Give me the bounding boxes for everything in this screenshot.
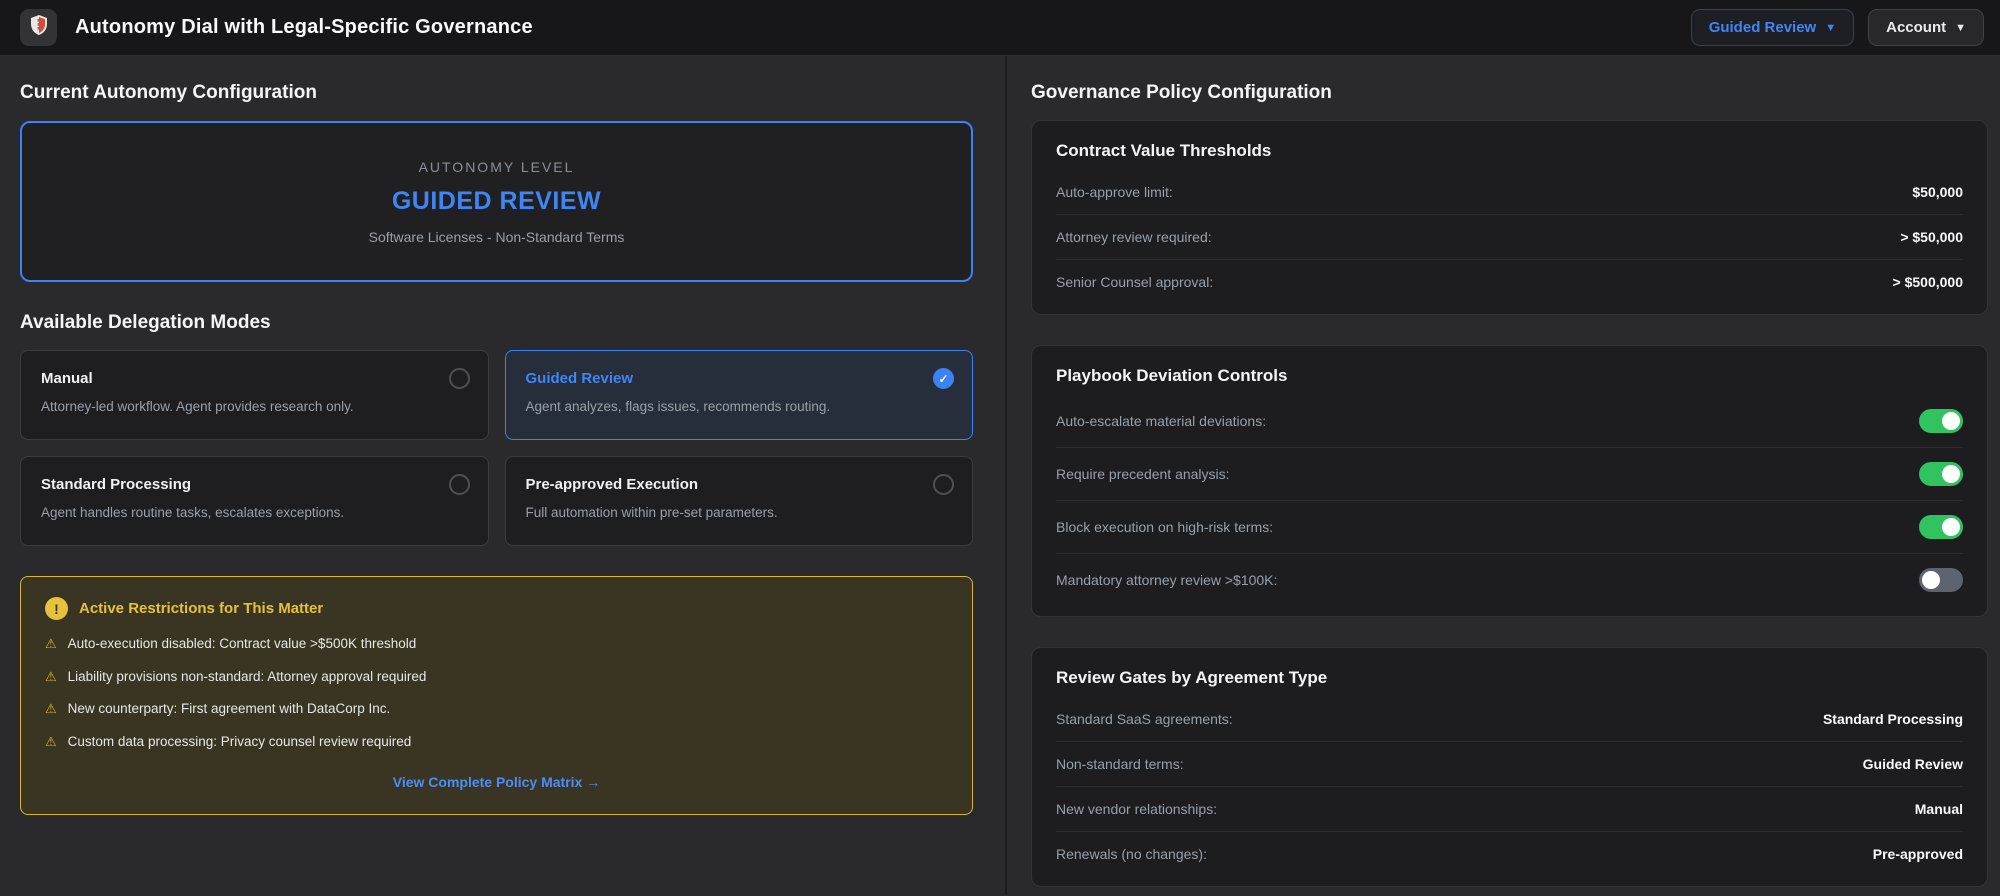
active-restrictions-box: ! Active Restrictions for This Matter ⚠ … [20, 576, 973, 816]
toggle-row: Auto-escalate material deviations: [1056, 395, 1963, 447]
toggle-auto-escalate[interactable] [1919, 409, 1963, 433]
card-title: Contract Value Thresholds [1056, 141, 1272, 160]
warning-triangle-icon: ⚠ [45, 701, 57, 717]
radio-icon: ✓ [933, 368, 954, 389]
card-title: Playbook Deviation Controls [1056, 366, 1288, 385]
check-icon: ✓ [938, 371, 949, 386]
row-label: Standard SaaS agreements: [1056, 711, 1233, 727]
restrictions-title: Active Restrictions for This Matter [79, 600, 324, 617]
toggle-knob [1922, 571, 1940, 589]
toggle-knob [1942, 465, 1960, 483]
row-value: > $500,000 [1892, 274, 1963, 290]
restriction-item: ⚠ New counterparty: First agreement with… [45, 701, 948, 717]
mode-card-guided-review[interactable]: Guided Review ✓ Agent analyzes, flags is… [504, 350, 973, 440]
row-label: New vendor relationships: [1056, 801, 1218, 817]
app-header: Autonomy Dial with Legal-Specific Govern… [0, 0, 2000, 56]
card-title: Review Gates by Agreement Type [1056, 668, 1328, 687]
row-label: Auto-approve limit: [1056, 184, 1173, 200]
shield-icon [29, 14, 49, 41]
delegation-modes-grid: Manual ✓ Attorney-led workflow. Agent pr… [20, 350, 973, 546]
review-gate-row: Non-standard terms: Guided Review [1056, 741, 1963, 786]
toggle-precedent-analysis[interactable] [1919, 462, 1963, 486]
warning-triangle-icon: ⚠ [45, 668, 57, 684]
mode-card-standard-processing[interactable]: Standard Processing ✓ Agent handles rout… [20, 456, 489, 546]
row-label: Block execution on high-risk terms: [1056, 519, 1274, 535]
restriction-text: Liability provisions non-standard: Attor… [67, 668, 427, 684]
delegation-modes-title: Available Delegation Modes [20, 312, 271, 333]
playbook-deviation-controls-card: Playbook Deviation Controls Auto-escalat… [1031, 345, 1988, 617]
autonomy-level-display: AUTONOMY LEVEL GUIDED REVIEW Software Li… [20, 121, 973, 282]
mode-card-manual[interactable]: Manual ✓ Attorney-led workflow. Agent pr… [20, 350, 489, 440]
threshold-row: Auto-approve limit: $50,000 [1056, 170, 1963, 214]
restriction-item: ⚠ Custom data processing: Privacy counse… [45, 734, 948, 750]
account-dropdown-label: Account [1886, 19, 1947, 36]
toggle-block-high-risk[interactable] [1919, 515, 1963, 539]
warning-triangle-icon: ⚠ [45, 733, 57, 749]
mode-card-pre-approved-execution[interactable]: Pre-approved Execution ✓ Full automation… [504, 456, 973, 546]
toggle-row: Block execution on high-risk terms: [1056, 500, 1963, 553]
review-gates-card: Review Gates by Agreement Type Standard … [1031, 647, 1988, 887]
row-value: Standard Processing [1822, 711, 1963, 727]
toggle-knob [1942, 412, 1960, 430]
toggle-row: Require precedent analysis: [1056, 447, 1963, 500]
chevron-down-icon: ▼ [1825, 21, 1837, 34]
restriction-text: Auto-execution disabled: Contract value … [67, 636, 417, 651]
autonomy-configuration-panel: Current Autonomy Configuration AUTONOMY … [0, 56, 1005, 895]
restriction-text: New counterparty: First agreement with D… [67, 701, 391, 717]
mode-description: Attorney-led workflow. Agent provides re… [41, 399, 354, 414]
toggle-mandatory-review[interactable] [1919, 568, 1963, 592]
radio-icon: ✓ [448, 474, 470, 495]
page-title: Autonomy Dial with Legal-Specific Govern… [75, 16, 533, 38]
review-gate-row: Renewals (no changes): Pre-approved [1056, 831, 1963, 876]
row-label: Mandatory attorney review >$100K: [1056, 572, 1278, 588]
restrictions-list: ⚠ Auto-execution disabled: Contract valu… [45, 636, 948, 749]
row-value: Guided Review [1862, 756, 1963, 772]
autonomy-level-value: GUIDED REVIEW [391, 186, 602, 215]
restriction-text: Custom data processing: Privacy counsel … [67, 733, 412, 749]
account-dropdown-button[interactable]: Account ▼ [1868, 9, 1984, 46]
governance-policy-panel: Governance Policy Configuration Contract… [1005, 56, 2000, 895]
warning-triangle-icon: ⚠ [45, 636, 57, 651]
row-value: Pre-approved [1872, 846, 1963, 862]
app-logo [20, 9, 57, 46]
right-section-title: Governance Policy Configuration [1031, 82, 1332, 103]
row-label: Attorney review required: [1056, 229, 1212, 245]
radio-icon: ✓ [448, 368, 470, 389]
mode-name: Pre-approved Execution [525, 476, 699, 493]
row-label: Non-standard terms: [1056, 756, 1184, 772]
row-value: $50,000 [1912, 184, 1963, 200]
mode-name: Guided Review [525, 370, 634, 387]
restriction-item: ⚠ Auto-execution disabled: Contract valu… [45, 636, 948, 652]
row-label: Require precedent analysis: [1056, 466, 1230, 482]
radio-icon: ✓ [933, 474, 954, 495]
left-section-title: Current Autonomy Configuration [20, 82, 317, 103]
mode-dropdown-button[interactable]: Guided Review ▼ [1690, 9, 1855, 46]
row-value: > $50,000 [1900, 229, 1963, 245]
mode-description: Full automation within pre-set parameter… [525, 505, 778, 520]
threshold-row: Senior Counsel approval: > $500,000 [1056, 259, 1963, 304]
view-policy-matrix-link[interactable]: View Complete Policy Matrix → [393, 774, 600, 790]
alert-icon: ! [45, 597, 68, 620]
toggle-row: Mandatory attorney review >$100K: [1056, 553, 1963, 606]
review-gate-row: Standard SaaS agreements: Standard Proce… [1056, 697, 1963, 741]
contract-value-thresholds-card: Contract Value Thresholds Auto-approve l… [1031, 120, 1988, 315]
restriction-item: ⚠ Liability provisions non-standard: Att… [45, 669, 948, 685]
chevron-down-icon: ▼ [1955, 21, 1966, 34]
mode-name: Manual [41, 370, 93, 387]
review-gate-row: New vendor relationships: Manual [1056, 786, 1963, 831]
row-label: Senior Counsel approval: [1056, 274, 1214, 290]
threshold-row: Attorney review required: > $50,000 [1056, 214, 1963, 259]
row-value: Manual [1914, 801, 1963, 817]
mode-description: Agent analyzes, flags issues, recommends… [525, 399, 831, 414]
mode-dropdown-label: Guided Review [1708, 19, 1817, 36]
row-label: Auto-escalate material deviations: [1056, 413, 1267, 429]
mode-description: Agent handles routine tasks, escalates e… [41, 505, 345, 520]
toggle-knob [1942, 518, 1960, 536]
mode-name: Standard Processing [41, 476, 192, 493]
autonomy-matter-subtitle: Software Licenses - Non-Standard Terms [368, 228, 625, 245]
row-label: Renewals (no changes): [1056, 846, 1207, 862]
autonomy-level-eyebrow: AUTONOMY LEVEL [418, 158, 575, 175]
